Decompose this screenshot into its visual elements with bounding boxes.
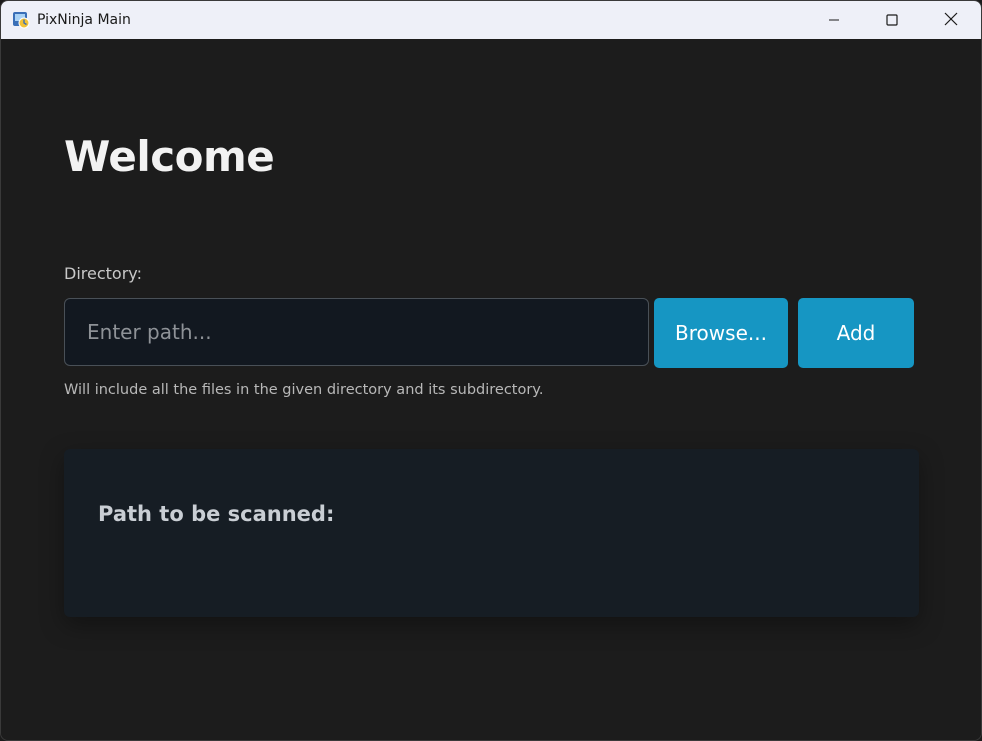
app-window: PixNinja Main Welcome Directory: Browse.… (0, 0, 982, 741)
window-title: PixNinja Main (37, 12, 131, 28)
minimize-button[interactable] (805, 1, 863, 39)
maximize-button[interactable] (863, 1, 921, 39)
page-title: Welcome (64, 132, 275, 181)
directory-label: Directory: (64, 264, 142, 283)
close-button[interactable] (922, 1, 980, 39)
title-bar[interactable]: PixNinja Main (1, 1, 981, 39)
path-input[interactable] (64, 298, 649, 366)
directory-help-text: Will include all the files in the given … (64, 382, 544, 398)
maximize-icon (886, 11, 898, 30)
minimize-icon (828, 11, 840, 30)
add-button[interactable]: Add (798, 298, 914, 368)
close-icon (944, 11, 958, 30)
scan-paths-title: Path to be scanned: (98, 502, 335, 526)
app-logo-icon (12, 11, 30, 29)
main-content: Welcome Directory: Browse... Add Will in… (1, 39, 981, 740)
scan-paths-panel: Path to be scanned: (64, 449, 919, 617)
browse-button[interactable]: Browse... (654, 298, 788, 368)
